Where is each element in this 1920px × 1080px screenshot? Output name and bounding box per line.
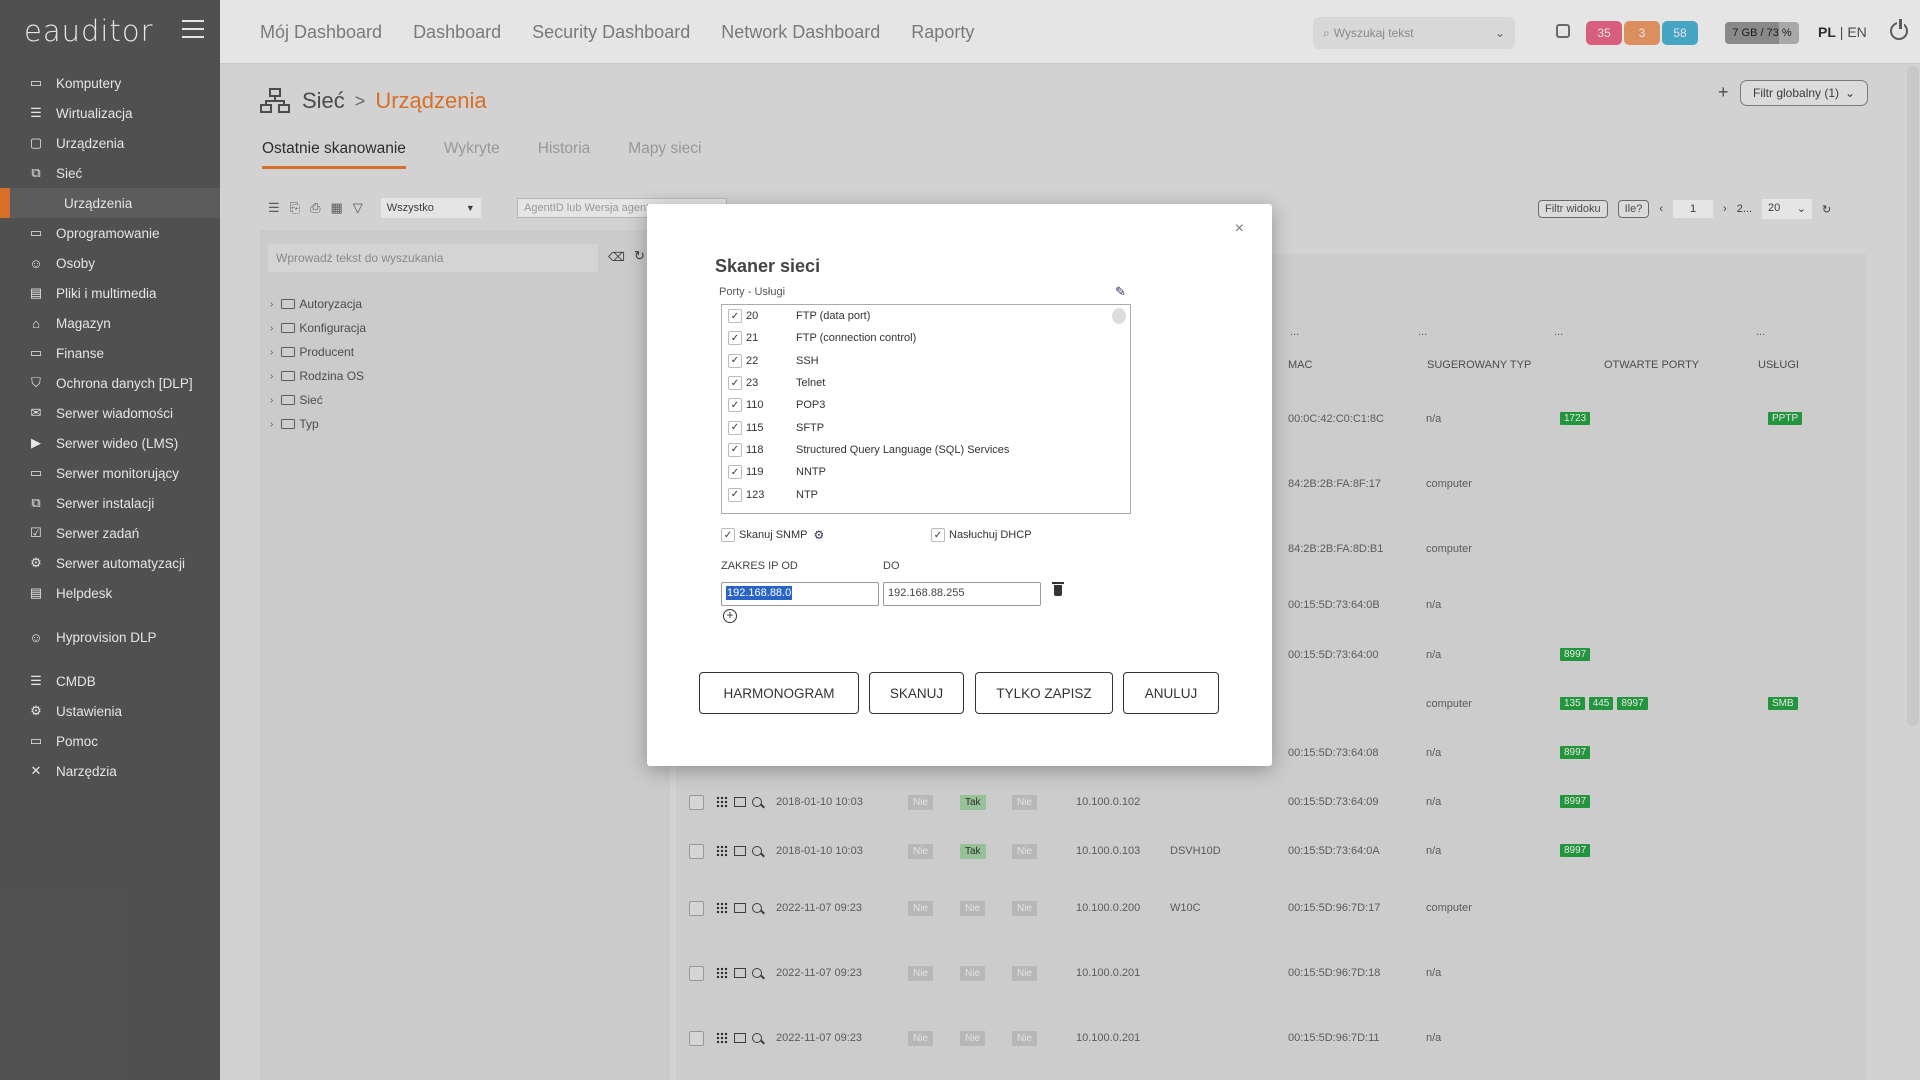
ip-to-label: DO [883, 560, 900, 572]
port-service-name: SFTP [796, 421, 825, 434]
port-number: 118 [746, 443, 764, 456]
ports-list[interactable]: ✓ 20 FTP (data port) ✓ 21 FTP (connection con… [721, 304, 1131, 514]
port-service-name: Telnet [796, 377, 826, 390]
port-checkbox[interactable]: ✓ [728, 331, 742, 346]
page-scrollbar[interactable] [1907, 66, 1919, 726]
port-row[interactable]: ✓ 20 FTP (data port) [722, 305, 1130, 327]
port-number: 110 [746, 399, 764, 412]
gear-icon[interactable]: ⚙ [813, 528, 824, 542]
port-checkbox[interactable]: ✓ [728, 398, 742, 413]
port-service-name: NNTP [796, 466, 826, 479]
port-number: 20 [746, 310, 759, 323]
network-scanner-dialog: × Skaner sieci Porty - Usługi ✎ ✓ 20 FTP (… [647, 204, 1272, 766]
port-service-name: POP3 [796, 399, 826, 412]
port-number: 119 [746, 466, 764, 479]
ports-label: Porty - Usługi [719, 286, 786, 298]
port-checkbox[interactable]: ✓ [728, 487, 742, 502]
add-range-icon[interactable]: + [723, 609, 737, 623]
port-number: 115 [746, 421, 764, 434]
port-row[interactable]: ✓ 118 Structured Query Language (SQL) Serv… [722, 439, 1130, 461]
port-checkbox[interactable]: ✓ [728, 353, 742, 368]
port-checkbox[interactable]: ✓ [728, 309, 742, 324]
port-row[interactable]: ✓ 119 NNTP [722, 461, 1130, 483]
port-checkbox[interactable]: ✓ [728, 465, 742, 480]
dhcp-label: Nasłuchuj DHCP [949, 529, 1032, 541]
ports-scrollbar[interactable] [1112, 308, 1126, 324]
port-service-name: FTP (connection control) [796, 332, 917, 345]
port-service-name: SSH [796, 354, 819, 367]
port-row[interactable]: ✓ 115 SFTP [722, 416, 1130, 438]
port-service-name: NTP [796, 488, 818, 501]
ip-from-value: 192.168.88.0 [726, 586, 793, 600]
port-row[interactable]: ✓ 123 NTP [722, 483, 1130, 505]
ip-to-value: 192.168.88.255 [888, 587, 965, 599]
ip-from-label: ZAKRES IP OD [721, 560, 798, 572]
scan-button[interactable]: SKANUJ [869, 672, 964, 714]
port-checkbox[interactable]: ✓ [728, 442, 742, 457]
port-checkbox[interactable]: ✓ [728, 420, 742, 435]
dhcp-checkbox[interactable]: ✓ [931, 528, 945, 542]
ip-to-field[interactable]: 192.168.88.255 [883, 582, 1041, 606]
edit-icon[interactable]: ✎ [1115, 284, 1126, 300]
port-checkbox[interactable]: ✓ [728, 376, 742, 391]
close-icon[interactable]: × [1235, 220, 1244, 238]
port-number: 22 [746, 354, 759, 367]
cancel-button[interactable]: ANULUJ [1123, 672, 1219, 714]
port-number: 23 [746, 377, 759, 390]
port-number: 123 [746, 488, 765, 501]
port-row[interactable]: ✓ 23 Telnet [722, 372, 1130, 394]
dhcp-option[interactable]: ✓ Nasłuchuj DHCP [931, 528, 1032, 542]
port-service-name: FTP (data port) [796, 310, 871, 323]
port-row[interactable]: ✓ 110 POP3 [722, 394, 1130, 416]
dialog-title: Skaner sieci [715, 256, 821, 276]
snmp-label: Skanuj SNMP [739, 529, 808, 541]
port-service-name: Structured Query Language (SQL) Services [796, 443, 1010, 456]
port-row[interactable]: ✓ 21 FTP (connection control) [722, 327, 1130, 349]
port-row[interactable]: ✓ 22 SSH [722, 350, 1130, 372]
snmp-checkbox[interactable]: ✓ [721, 528, 735, 542]
schedule-button[interactable]: HARMONOGRAM [699, 672, 859, 714]
ip-from-field[interactable]: 192.168.88.0 [721, 582, 879, 606]
port-number: 21 [746, 332, 759, 345]
save-only-button[interactable]: TYLKO ZAPISZ [975, 672, 1113, 714]
trash-icon[interactable] [1052, 582, 1064, 596]
snmp-option[interactable]: ✓ Skanuj SNMP ⚙ [721, 528, 824, 542]
